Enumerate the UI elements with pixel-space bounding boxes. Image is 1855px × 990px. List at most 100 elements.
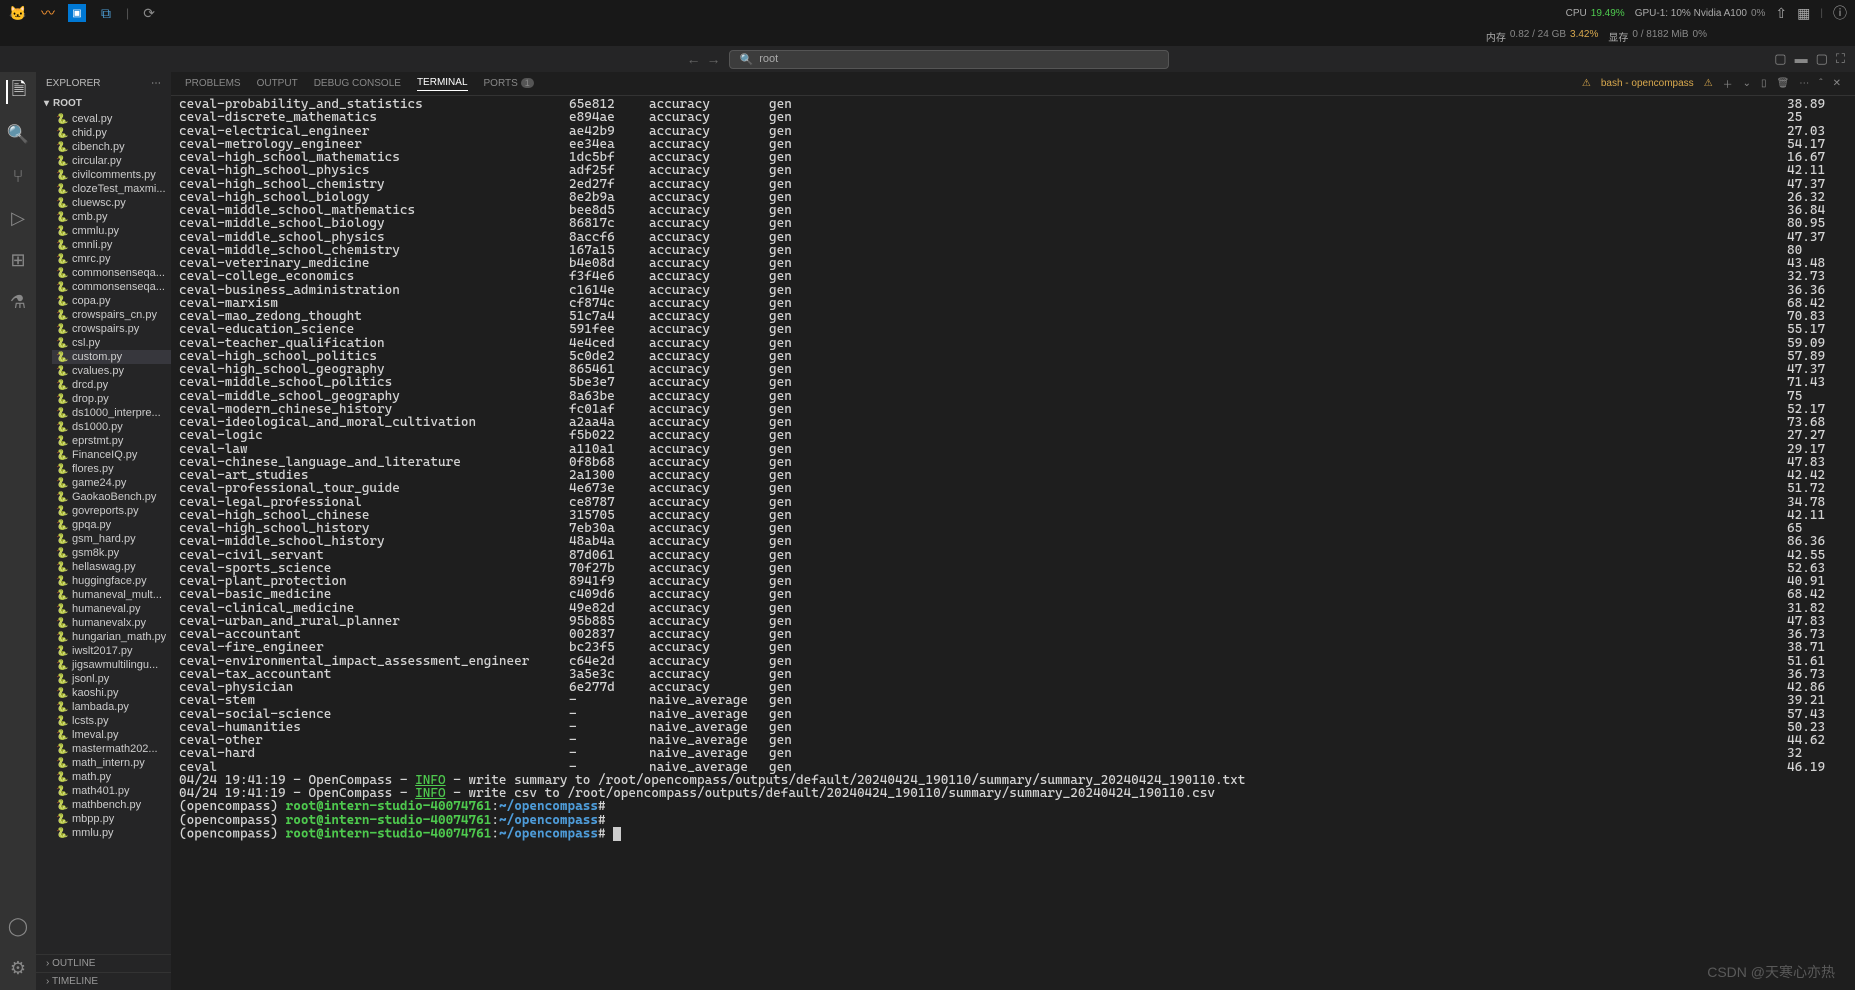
close-panel-icon[interactable]: ✕ bbox=[1833, 78, 1841, 89]
file-item[interactable]: 🐍game24.py bbox=[52, 476, 171, 490]
navbar: ← → 🔍 root ▢ ▬ ▢ ⛶ bbox=[0, 46, 1855, 72]
terminal-row: ceval-clinical_medicine49e82daccuracygen… bbox=[179, 602, 1847, 615]
tab-output[interactable]: OUTPUT bbox=[257, 78, 298, 89]
file-item[interactable]: 🐍commonsenseqa... bbox=[52, 280, 171, 294]
file-item[interactable]: 🐍iwslt2017.py bbox=[52, 644, 171, 658]
layout-toggle-left-icon[interactable]: ▢ bbox=[1774, 51, 1786, 67]
file-item[interactable]: 🐍mbpp.py bbox=[52, 812, 171, 826]
file-item[interactable]: 🐍humanevalx.py bbox=[52, 616, 171, 630]
outline-section[interactable]: › OUTLINE bbox=[36, 954, 171, 972]
fullscreen-icon[interactable]: ⛶ bbox=[1836, 51, 1845, 67]
file-item[interactable]: 🐍commonsenseqa... bbox=[52, 266, 171, 280]
app-icon-1[interactable]: 🐱 bbox=[8, 3, 28, 23]
file-item[interactable]: 🐍mastermath202... bbox=[52, 742, 171, 756]
file-item[interactable]: 🐍humaneval_mult... bbox=[52, 588, 171, 602]
file-item[interactable]: 🐍crowspairs_cn.py bbox=[52, 308, 171, 322]
file-item[interactable]: 🐍civilcomments.py bbox=[52, 168, 171, 182]
file-item[interactable]: 🐍FinanceIQ.py bbox=[52, 448, 171, 462]
search-activity-icon[interactable]: 🔍 bbox=[6, 122, 30, 146]
nav-forward-icon[interactable]: → bbox=[707, 51, 721, 67]
file-item[interactable]: 🐍drop.py bbox=[52, 392, 171, 406]
vscode-icon[interactable]: ⧉ bbox=[96, 3, 116, 23]
grid-icon[interactable]: ▦ bbox=[1797, 5, 1810, 22]
upload-icon[interactable]: ⇧ bbox=[1775, 5, 1787, 22]
file-item[interactable]: 🐍cmb.py bbox=[52, 210, 171, 224]
file-item[interactable]: 🐍drcd.py bbox=[52, 378, 171, 392]
root-folder[interactable]: ▾ ROOT bbox=[36, 95, 171, 112]
file-item[interactable]: 🐍mathbench.py bbox=[52, 798, 171, 812]
file-name: drcd.py bbox=[72, 379, 108, 391]
file-item[interactable]: 🐍lambada.py bbox=[52, 700, 171, 714]
terminal[interactable]: ceval-probability_and_statistics65e812ac… bbox=[171, 96, 1855, 990]
file-name: math_intern.py bbox=[72, 757, 145, 769]
tab-ports[interactable]: PORTS1 bbox=[484, 78, 534, 89]
debug-icon[interactable]: ▷ bbox=[6, 206, 30, 230]
app-icon-3[interactable]: ▣ bbox=[68, 4, 86, 22]
file-item[interactable]: 🐍jsonl.py bbox=[52, 672, 171, 686]
file-name: ds1000.py bbox=[72, 421, 123, 433]
file-item[interactable]: 🐍csl.py bbox=[52, 336, 171, 350]
explorer-icon[interactable]: 🗎 bbox=[6, 80, 30, 104]
file-item[interactable]: 🐍lcsts.py bbox=[52, 714, 171, 728]
tab-debug-console[interactable]: DEBUG CONSOLE bbox=[314, 78, 401, 89]
file-item[interactable]: 🐍govreports.py bbox=[52, 504, 171, 518]
file-item[interactable]: 🐍gsm_hard.py bbox=[52, 532, 171, 546]
timeline-section[interactable]: › TIMELINE bbox=[36, 972, 171, 990]
file-item[interactable]: 🐍math401.py bbox=[52, 784, 171, 798]
file-item[interactable]: 🐍humaneval.py bbox=[52, 602, 171, 616]
app-icon-2[interactable]: 〰 bbox=[38, 3, 58, 23]
file-item[interactable]: 🐍flores.py bbox=[52, 462, 171, 476]
tab-problems[interactable]: PROBLEMS bbox=[185, 78, 241, 89]
file-item[interactable]: 🐍math.py bbox=[52, 770, 171, 784]
search-input[interactable]: 🔍 root bbox=[729, 50, 1169, 69]
split-terminal-icon[interactable]: ▯ bbox=[1761, 78, 1767, 89]
tab-terminal[interactable]: TERMINAL bbox=[417, 77, 468, 91]
shell-label[interactable]: bash - opencompass bbox=[1601, 78, 1694, 89]
extensions-icon[interactable]: ⊞ bbox=[6, 248, 30, 272]
settings-icon[interactable]: ⚙ bbox=[6, 956, 30, 980]
terminal-row: ceval-professional_tour_guide4e673eaccur… bbox=[179, 482, 1847, 495]
file-item[interactable]: 🐍cvalues.py bbox=[52, 364, 171, 378]
file-item[interactable]: 🐍eprstmt.py bbox=[52, 434, 171, 448]
account-icon[interactable]: ◯ bbox=[6, 914, 30, 938]
file-item[interactable]: 🐍hungarian_math.py bbox=[52, 630, 171, 644]
file-item[interactable]: 🐍copa.py bbox=[52, 294, 171, 308]
file-item[interactable]: 🐍GaokaoBench.py bbox=[52, 490, 171, 504]
more-icon[interactable]: ⋯ bbox=[1799, 78, 1809, 89]
file-item[interactable]: 🐍custom.py bbox=[52, 350, 171, 364]
refresh-icon[interactable]: ⟳ bbox=[139, 3, 159, 23]
file-item[interactable]: 🐍lmeval.py bbox=[52, 728, 171, 742]
file-item[interactable]: 🐍hellaswag.py bbox=[52, 560, 171, 574]
beaker-icon[interactable]: ⚗ bbox=[6, 290, 30, 314]
file-item[interactable]: 🐍gpqa.py bbox=[52, 518, 171, 532]
terminal-dropdown-icon[interactable]: ⌄ bbox=[1743, 78, 1751, 89]
explorer-menu-icon[interactable]: ⋯ bbox=[151, 78, 161, 89]
file-item[interactable]: 🐍math_intern.py bbox=[52, 756, 171, 770]
file-item[interactable]: 🐍huggingface.py bbox=[52, 574, 171, 588]
file-item[interactable]: 🐍mmlu.py bbox=[52, 826, 171, 840]
maximize-panel-icon[interactable]: ˆ bbox=[1819, 78, 1822, 89]
file-item[interactable]: 🐍ceval.py bbox=[52, 112, 171, 126]
file-item[interactable]: 🐍cibench.py bbox=[52, 140, 171, 154]
new-terminal-icon[interactable]: ＋ bbox=[1723, 76, 1733, 91]
layout-toggle-bottom-icon[interactable]: ▬ bbox=[1795, 51, 1808, 67]
file-item[interactable]: 🐍cmnli.py bbox=[52, 238, 171, 252]
layout-toggle-right-icon[interactable]: ▢ bbox=[1816, 51, 1828, 67]
nav-back-icon[interactable]: ← bbox=[687, 51, 701, 67]
file-item[interactable]: 🐍cluewsc.py bbox=[52, 196, 171, 210]
source-control-icon[interactable]: ⑂ bbox=[6, 164, 30, 188]
file-item[interactable]: 🐍gsm8k.py bbox=[52, 546, 171, 560]
file-item[interactable]: 🐍ds1000_interpre... bbox=[52, 406, 171, 420]
file-item[interactable]: 🐍chid.py bbox=[52, 126, 171, 140]
file-item[interactable]: 🐍kaoshi.py bbox=[52, 686, 171, 700]
file-item[interactable]: 🐍ds1000.py bbox=[52, 420, 171, 434]
help-icon[interactable]: ⓘ bbox=[1833, 3, 1847, 23]
file-item[interactable]: 🐍clozeTest_maxmi... bbox=[52, 182, 171, 196]
file-item[interactable]: 🐍crowspairs.py bbox=[52, 322, 171, 336]
file-item[interactable]: 🐍cmmlu.py bbox=[52, 224, 171, 238]
file-item[interactable]: 🐍jigsawmultilingu... bbox=[52, 658, 171, 672]
file-item[interactable]: 🐍circular.py bbox=[52, 154, 171, 168]
sidebar: EXPLORER ⋯ ▾ ROOT 🐍ceval.py🐍chid.py🐍cibe… bbox=[36, 72, 171, 990]
trash-icon[interactable]: 🗑 bbox=[1777, 78, 1790, 89]
file-item[interactable]: 🐍cmrc.py bbox=[52, 252, 171, 266]
